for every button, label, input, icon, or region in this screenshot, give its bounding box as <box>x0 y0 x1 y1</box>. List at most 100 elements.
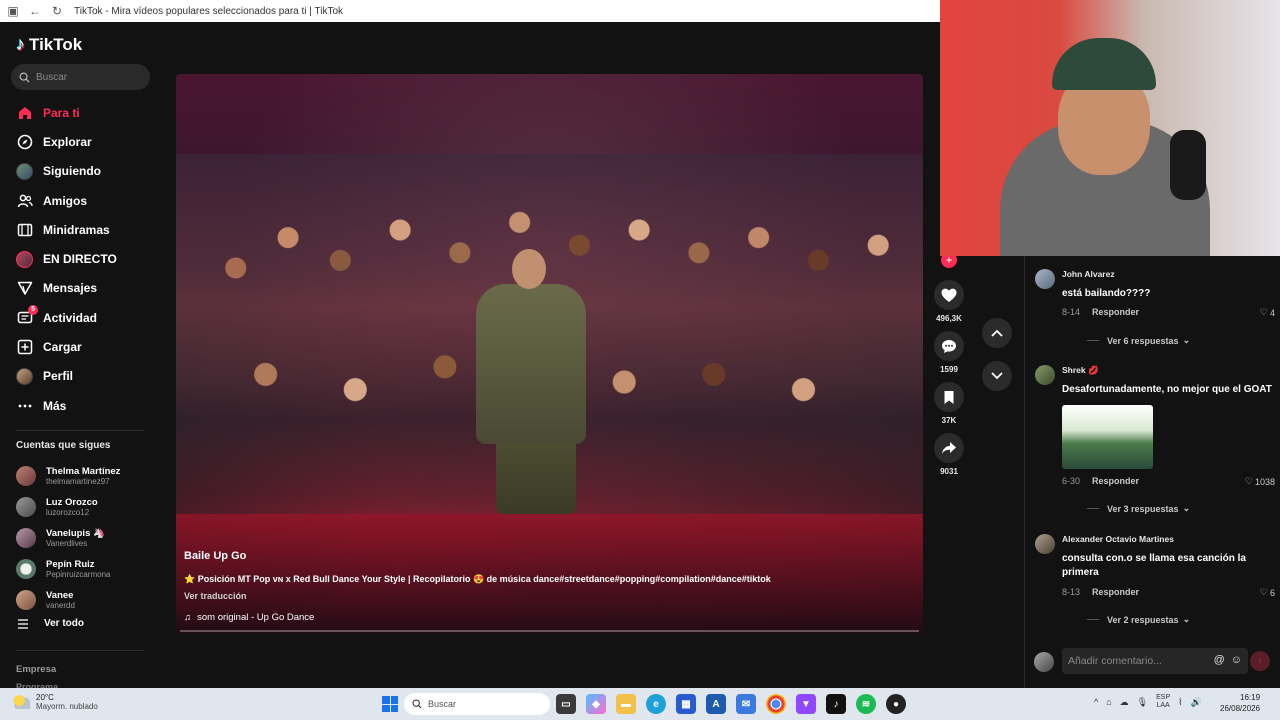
sidebar-item-perfil[interactable]: Perfil <box>0 362 160 391</box>
sidebar-item-en-directo[interactable]: EN DIRECTO <box>0 244 160 273</box>
activity-icon: 5 <box>16 305 38 326</box>
weather-widget[interactable]: 20°C Mayorm. nublado <box>12 693 98 711</box>
live-icon <box>16 250 33 268</box>
following-item[interactable]: Thelma Martínez thelmamartinez97 <box>16 460 156 491</box>
upload-icon <box>16 339 33 356</box>
video-title[interactable]: Baile Up Go <box>184 550 246 562</box>
search-placeholder: Buscar <box>36 71 68 83</box>
video-progress-bar[interactable] <box>180 630 919 632</box>
weather-temp: 20°C <box>36 693 54 702</box>
following-item[interactable]: Vanee vanerdd <box>16 584 156 615</box>
comment-author[interactable]: Shrek 💋 <box>1062 365 1099 376</box>
comment-author[interactable]: Alexander Octavio Martines <box>1062 534 1174 544</box>
volume-icon[interactable]: 🔊 <box>1191 697 1202 708</box>
reload-icon[interactable]: ↻ <box>48 2 66 20</box>
comment-like-button[interactable]: ♡ 4 <box>1260 307 1275 318</box>
comment-text: está bailando???? <box>1062 288 1151 299</box>
sidebar-item-minidramas[interactable]: Minidramas <box>0 215 160 244</box>
language-indicator[interactable]: ESP LAA <box>1156 694 1170 710</box>
edge-icon[interactable]: e <box>646 694 666 714</box>
taskbar: 20°C Mayorm. nublado Buscar ▭ ◆ ▬ e ▦ A … <box>0 688 1280 720</box>
friends-icon <box>16 192 33 209</box>
following-item[interactable]: Luz Orozco luzorozco12 <box>16 491 156 522</box>
microphone-icon[interactable]: 🎙 <box>1137 697 1148 708</box>
share-icon[interactable] <box>934 433 964 463</box>
view-replies-button[interactable]: Ver 3 respuestas ⌄ <box>1087 503 1190 514</box>
company-link[interactable]: Empresa <box>16 664 56 675</box>
tiktok-logo[interactable]: ♪ TikTok <box>16 34 82 55</box>
heart-icon[interactable] <box>934 280 964 310</box>
windows-start-icon[interactable] <box>382 696 398 712</box>
view-replies-label: Ver 2 respuestas <box>1107 614 1179 625</box>
mention-icon[interactable]: @ <box>1214 654 1225 666</box>
screen: ▣ ← ↻ TikTok - Mira vídeos populares sel… <box>0 0 1280 720</box>
music-label: som original - Up Go Dance <box>197 612 315 623</box>
cloud-icon[interactable]: ☁ <box>1120 697 1129 708</box>
azure-icon[interactable]: A <box>706 694 726 714</box>
see-all-button[interactable]: Ver todo <box>16 618 84 629</box>
share-action[interactable]: 9031 <box>932 433 966 476</box>
view-replies-button[interactable]: Ver 2 respuestas ⌄ <box>1087 614 1190 625</box>
sidebar-item-actividad[interactable]: 5 Actividad <box>0 303 160 332</box>
reply-button[interactable]: Responder <box>1092 476 1139 486</box>
comment-input[interactable]: Añadir comentario... @ ☺ <box>1062 648 1248 674</box>
twitch-icon[interactable]: ▼ <box>796 694 816 714</box>
comment-like-button[interactable]: ♡ 1038 <box>1245 476 1275 487</box>
comment-like-button[interactable]: ♡ 6 <box>1260 587 1275 598</box>
search-input[interactable]: Buscar <box>11 64 150 90</box>
sidebar-item-explorar[interactable]: Explorar <box>0 127 160 156</box>
taskbar-clock[interactable]: 16:19 26/08/2026 <box>1220 692 1260 714</box>
comment-author[interactable]: John Alvarez <box>1062 269 1115 279</box>
spotify-icon[interactable]: ≋ <box>856 694 876 714</box>
wifi-icon[interactable]: ⌇ <box>1178 697 1182 708</box>
music-link[interactable]: ♫ som original - Up Go Dance <box>184 612 314 623</box>
previous-video-button[interactable] <box>982 318 1012 348</box>
sidebar-item-mensajes[interactable]: Mensajes <box>0 274 160 303</box>
chevron-up-icon[interactable]: ^ <box>1094 697 1098 707</box>
bookmark-icon[interactable] <box>934 382 964 412</box>
network-icon[interactable]: ⌂ <box>1106 697 1111 707</box>
outlook-icon[interactable]: ✉ <box>736 694 756 714</box>
back-icon[interactable]: ← <box>26 2 44 20</box>
copilot-icon[interactable]: ◆ <box>586 694 606 714</box>
following-item[interactable]: Pepín Ruiz Pepinruizcarmona <box>16 553 156 584</box>
comment-like-count: 1038 <box>1254 476 1275 487</box>
sidebar-item-mas[interactable]: Más <box>0 391 160 420</box>
video-player[interactable]: Baile Up Go ⭐ Posición MT Pop ᴠɴ x Red B… <box>176 74 923 633</box>
store-icon[interactable]: ▦ <box>676 694 696 714</box>
compass-icon <box>16 133 33 150</box>
comment-image[interactable] <box>1062 405 1153 469</box>
taskbar-search[interactable]: Buscar <box>404 693 550 715</box>
emoji-icon[interactable]: ☺ <box>1231 654 1242 666</box>
reply-button[interactable]: Responder <box>1092 587 1139 597</box>
following-item[interactable]: Vanelupis 🦄 Vanerdlives <box>16 522 156 553</box>
sidebar-item-amigos[interactable]: Amigos <box>0 186 160 215</box>
file-explorer-icon[interactable]: ▬ <box>616 694 636 714</box>
like-action[interactable]: 496,3K <box>932 280 966 323</box>
sidebar-item-label: Mensajes <box>43 281 98 296</box>
send-comment-button[interactable]: ↑ <box>1250 651 1270 671</box>
chrome-icon[interactable] <box>766 694 786 714</box>
sidebar-item-cargar[interactable]: Cargar <box>0 332 160 361</box>
avatar[interactable] <box>1035 534 1055 554</box>
following-title: Cuentas que sigues <box>16 440 111 451</box>
translate-link[interactable]: Ver traducción <box>184 591 247 601</box>
webcam-person-cap <box>1052 38 1156 90</box>
comment-count: 1599 <box>940 365 958 374</box>
reply-button[interactable]: Responder <box>1092 307 1139 317</box>
github-icon[interactable]: ● <box>886 694 906 714</box>
task-view-icon[interactable]: ▭ <box>556 694 576 714</box>
window-icon[interactable]: ▣ <box>4 2 22 20</box>
sidebar-item-para-ti[interactable]: Para ti <box>0 98 160 127</box>
heart-outline-icon: ♡ <box>1259 587 1268 597</box>
comment-action[interactable]: 1599 <box>932 331 966 374</box>
tab-title: TikTok - Mira vídeos populares seleccion… <box>74 5 344 17</box>
avatar[interactable] <box>1035 269 1055 289</box>
sidebar-item-siguiendo[interactable]: Siguiendo <box>0 157 160 186</box>
avatar[interactable] <box>1035 365 1055 385</box>
next-video-button[interactable] <box>982 361 1012 391</box>
save-action[interactable]: 37K <box>932 382 966 425</box>
tiktok-icon[interactable]: ♪ <box>826 694 846 714</box>
view-replies-button[interactable]: Ver 6 respuestas ⌄ <box>1087 335 1190 346</box>
comment-icon[interactable] <box>934 331 964 361</box>
